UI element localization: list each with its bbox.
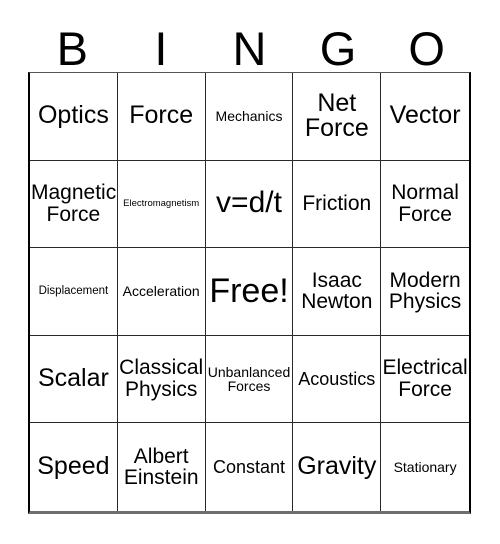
bingo-header-letter-g: G: [319, 22, 357, 76]
bingo-cell-label: Constant: [212, 456, 286, 477]
bingo-cell[interactable]: Electromagnetism: [117, 160, 206, 249]
bingo-cell-label: Modern Physics: [388, 268, 462, 314]
bingo-cell-label: Albert Einstein: [123, 444, 199, 490]
bingo-cell[interactable]: Force: [117, 73, 206, 161]
bingo-cell-label: Force: [129, 101, 194, 130]
bingo-cell-label: Electromagnetism: [123, 198, 200, 209]
bingo-cell[interactable]: v=d/t: [205, 160, 294, 249]
bingo-cell[interactable]: Magnetic Force: [30, 160, 118, 249]
bingo-cell[interactable]: Acoustics: [293, 335, 382, 424]
bingo-cell[interactable]: Speed: [30, 423, 118, 511]
bingo-cell[interactable]: Net Force: [293, 73, 382, 161]
bingo-cell-label: Scalar: [37, 364, 109, 393]
bingo-cell-label: Net Force: [304, 88, 369, 143]
bingo-cell-label: Electrical Force: [382, 356, 468, 402]
bingo-cell-label: Classical Physics: [119, 356, 204, 402]
bingo-cell-label: Stationary: [393, 458, 457, 475]
bingo-header-letter-o: O: [408, 22, 445, 76]
bingo-cell-label: Normal Force: [391, 181, 459, 226]
bingo-cell[interactable]: Albert Einstein: [117, 423, 206, 511]
bingo-cell[interactable]: Classical Physics: [117, 335, 206, 424]
bingo-cell[interactable]: Normal Force: [381, 160, 469, 249]
bingo-cell[interactable]: Modern Physics: [381, 248, 469, 336]
bingo-cell-label: Magnetic Force: [31, 181, 117, 226]
bingo-cell[interactable]: Optics: [30, 73, 118, 161]
bingo-cell[interactable]: Scalar: [30, 335, 118, 424]
bingo-grid: Optics Force Mechanics Net Force Vector …: [28, 72, 471, 514]
bingo-cell-label: Friction: [302, 192, 372, 216]
bingo-cell-label: v=d/t: [216, 186, 282, 220]
bingo-cell-label: Mechanics: [215, 108, 283, 125]
bingo-cell-label: Acoustics: [298, 368, 376, 389]
bingo-cell-label: Free!: [209, 271, 289, 310]
bingo-cell[interactable]: Friction: [293, 160, 382, 249]
bingo-cell[interactable]: Isaac Newton: [293, 248, 382, 336]
bingo-cell[interactable]: Unbanlanced Forces: [205, 335, 294, 424]
bingo-cell[interactable]: Constant: [205, 423, 294, 511]
bingo-cell-label: Gravity: [297, 452, 377, 481]
bingo-cell-free[interactable]: Free!: [205, 248, 294, 336]
bingo-header-row: B I N G O: [28, 18, 471, 72]
bingo-cell[interactable]: Vector: [381, 73, 469, 161]
bingo-card: B I N G O Optics Force Mechanics Net For…: [0, 0, 500, 544]
bingo-cell-label: Optics: [37, 101, 109, 130]
bingo-cell-label: Isaac Newton: [301, 268, 373, 314]
bingo-cell-label: Vector: [389, 101, 461, 130]
bingo-cell[interactable]: Displacement: [30, 248, 118, 336]
bingo-cell[interactable]: Acceleration: [117, 248, 206, 336]
bingo-cell[interactable]: Electrical Force: [381, 335, 469, 424]
bingo-cell-label: Unbanlanced Forces: [207, 363, 291, 395]
bingo-header-letter-i: I: [154, 22, 168, 76]
bingo-header-letter-n: N: [232, 22, 267, 76]
bingo-cell-label: Displacement: [38, 284, 109, 297]
bingo-cell-label: Acceleration: [122, 283, 200, 300]
bingo-cell[interactable]: Mechanics: [205, 73, 294, 161]
bingo-cell[interactable]: Gravity: [293, 423, 382, 511]
bingo-cell-label: Speed: [37, 452, 110, 481]
bingo-cell[interactable]: Stationary: [381, 423, 469, 511]
bingo-header-letter-b: B: [56, 22, 88, 76]
